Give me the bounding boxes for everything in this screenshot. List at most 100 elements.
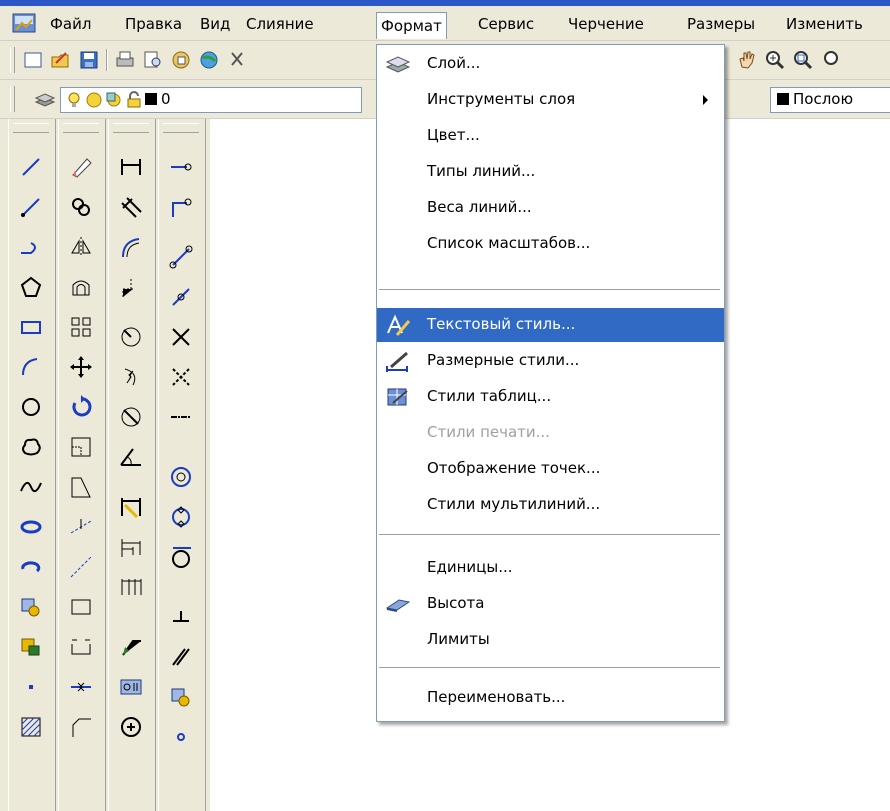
snap-tangent-icon[interactable]: [169, 545, 193, 569]
polyline-icon[interactable]: [19, 235, 43, 259]
linear-dim-icon[interactable]: [119, 155, 143, 179]
snap-perpendicular-icon[interactable]: [169, 605, 193, 629]
menu-dimension[interactable]: Размеры: [683, 13, 759, 35]
join-icon[interactable]: [69, 675, 93, 699]
trim-icon[interactable]: [69, 515, 93, 539]
menu-item-layer-tools[interactable]: Инструменты слоя: [377, 83, 724, 117]
publish-icon[interactable]: [170, 49, 192, 71]
snap-center-icon[interactable]: [169, 465, 193, 489]
layer-combo[interactable]: 0: [60, 87, 362, 113]
jogged-icon[interactable]: [119, 365, 143, 389]
diameter-icon[interactable]: [119, 405, 143, 429]
snap-apparent-icon[interactable]: [169, 285, 193, 309]
toolbar-grip[interactable]: [63, 123, 99, 133]
radius-icon[interactable]: [119, 325, 143, 349]
snap-parallel-icon[interactable]: [169, 645, 193, 669]
menu-tools[interactable]: Сервис: [474, 13, 538, 35]
menu-item-lineweights[interactable]: Веса линий...: [377, 191, 724, 225]
new-file-icon[interactable]: [22, 49, 44, 71]
menu-item-text-style[interactable]: Текстовый стиль...: [377, 308, 724, 342]
arc-icon[interactable]: [19, 355, 43, 379]
toolbar-grip[interactable]: [10, 86, 15, 112]
baseline-icon[interactable]: [119, 535, 143, 559]
zoom-previous-icon[interactable]: [820, 49, 842, 71]
lightbulb-icon[interactable]: [65, 91, 83, 109]
viewport-freeze-icon[interactable]: [105, 91, 123, 109]
circle-icon[interactable]: [19, 395, 43, 419]
ray-icon[interactable]: [19, 195, 43, 219]
rotate-icon[interactable]: [69, 395, 93, 419]
quick-dim-icon[interactable]: [119, 495, 143, 519]
aligned-dim-icon[interactable]: [119, 195, 143, 219]
erase-icon[interactable]: [69, 155, 93, 179]
snap-quadrant-icon[interactable]: [169, 505, 193, 529]
menu-item-rename[interactable]: Переименовать...: [377, 681, 724, 715]
arc-length-icon[interactable]: [119, 235, 143, 259]
revcloud-icon[interactable]: [19, 435, 43, 459]
break-at-point-icon[interactable]: [69, 595, 93, 619]
center-mark-icon[interactable]: [119, 715, 143, 739]
ellipse-arc-icon[interactable]: [19, 555, 43, 579]
menu-merge[interactable]: Слияние: [242, 13, 318, 35]
menu-item-point-style[interactable]: Отображение точек...: [377, 452, 724, 486]
layer-manager-icon[interactable]: [34, 88, 56, 110]
snap-endpoint-icon[interactable]: [169, 155, 193, 179]
snap-node-icon[interactable]: [169, 725, 193, 749]
menu-item-linetypes[interactable]: Типы линий...: [377, 155, 724, 189]
snap-insert-icon[interactable]: [169, 685, 193, 709]
menu-item-color[interactable]: Цвет...: [377, 119, 724, 153]
menu-edit[interactable]: Правка: [121, 13, 186, 35]
menu-view[interactable]: Вид: [196, 13, 234, 35]
extend-icon[interactable]: [69, 555, 93, 579]
menu-format[interactable]: Формат: [376, 12, 447, 39]
tolerance-icon[interactable]: [119, 675, 143, 699]
app-icon[interactable]: [12, 11, 36, 35]
ellipse-icon[interactable]: [19, 515, 43, 539]
sun-icon[interactable]: [85, 91, 103, 109]
snap-extension-icon[interactable]: [169, 365, 193, 389]
toolbar-grip[interactable]: [13, 123, 49, 133]
pan-hand-icon[interactable]: [736, 49, 758, 71]
toolbar-grip[interactable]: [113, 123, 149, 133]
point-icon[interactable]: [19, 675, 43, 699]
copy-icon[interactable]: [69, 195, 93, 219]
rectangle-icon[interactable]: [19, 315, 43, 339]
offset-icon[interactable]: [69, 275, 93, 299]
save-icon[interactable]: [78, 49, 100, 71]
line-icon[interactable]: [19, 155, 43, 179]
menu-item-table-styles[interactable]: Стили таблиц...: [377, 380, 724, 414]
print-preview-icon[interactable]: [142, 49, 164, 71]
toolbar-grip[interactable]: [163, 123, 199, 133]
spline-icon[interactable]: [19, 475, 43, 499]
menu-item-limits[interactable]: Лимиты: [377, 623, 724, 657]
open-file-icon[interactable]: [50, 49, 72, 71]
menu-item-dimension-styles[interactable]: Размерные стили...: [377, 344, 724, 378]
hatch-icon[interactable]: [19, 715, 43, 739]
angular-icon[interactable]: [119, 445, 143, 469]
menu-item-layer[interactable]: Слой...: [377, 47, 724, 81]
zoom-window-icon[interactable]: [792, 49, 814, 71]
color-combo[interactable]: Послою: [770, 87, 890, 113]
snap-intersection-icon[interactable]: [169, 245, 193, 269]
polygon-icon[interactable]: [19, 275, 43, 299]
zoom-realtime-icon[interactable]: [764, 49, 786, 71]
cut-icon[interactable]: [226, 49, 248, 71]
menu-item-scale-list[interactable]: Список масштабов...: [377, 227, 724, 261]
break-icon[interactable]: [69, 635, 93, 659]
snap-midpoint-icon[interactable]: [169, 195, 193, 219]
stretch-icon[interactable]: [69, 475, 93, 499]
menu-file[interactable]: Файл: [46, 13, 95, 35]
scale-icon[interactable]: [69, 435, 93, 459]
snap-dash-icon[interactable]: [169, 405, 193, 429]
continue-icon[interactable]: [119, 575, 143, 599]
insert-block-icon[interactable]: [19, 595, 43, 619]
menu-item-thickness[interactable]: Высота: [377, 587, 724, 621]
menu-item-units[interactable]: Единицы...: [377, 551, 724, 585]
ordinate-icon[interactable]: [119, 275, 143, 299]
globe-icon[interactable]: [198, 49, 220, 71]
menu-modify[interactable]: Изменить: [782, 13, 867, 35]
mirror-icon[interactable]: [69, 235, 93, 259]
lock-icon[interactable]: [125, 91, 143, 109]
menu-draw[interactable]: Черчение: [564, 13, 648, 35]
menu-item-multiline-styles[interactable]: Стили мультилиний...: [377, 488, 724, 522]
